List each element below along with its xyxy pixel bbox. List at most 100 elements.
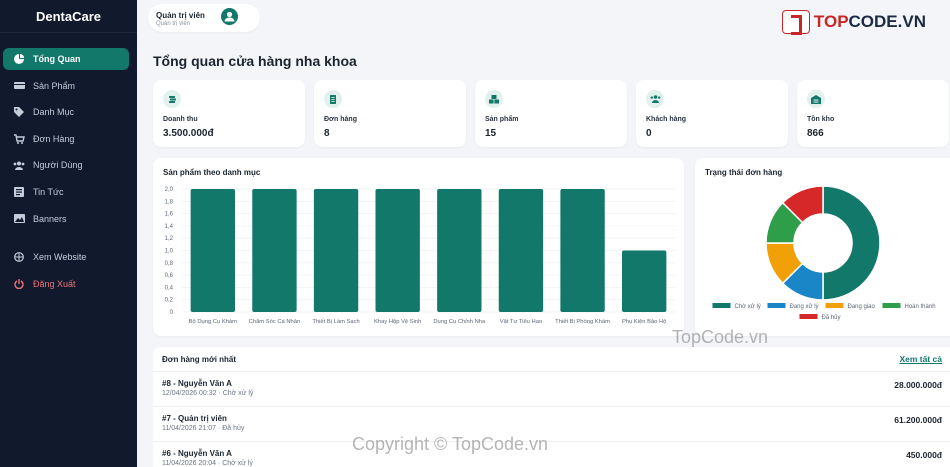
bar[interactable] [313, 189, 359, 312]
pie-chart-icon [13, 53, 25, 65]
money-icon [163, 90, 181, 108]
sidebar-item-orders[interactable]: Đơn Hàng [3, 128, 129, 150]
order-row[interactable]: #6 - Nguyễn Văn A 11/04/2026 20:04 · Chờ… [153, 442, 950, 467]
order-total: 450.000đ [906, 450, 942, 460]
stat-label: Doanh thu [163, 116, 198, 123]
y-tick-label: 1,0 [165, 249, 174, 255]
sidebar: DentaCare Tổng Quan Sản Phẩm Danh Mục Đơ… [0, 0, 137, 467]
legend-label: Đã hủy [822, 314, 841, 321]
legend-swatch [882, 303, 901, 308]
y-tick-label: 2,0 [165, 187, 174, 193]
stat-value: 3.500.000đ [163, 128, 214, 139]
bar[interactable] [560, 189, 605, 312]
user-role: Quản trị viên [156, 21, 191, 27]
x-tick-label: Dụng Cụ Chỉnh Nha [433, 318, 486, 325]
logo-text-part2: CODE.VN [848, 12, 926, 31]
logo-text-part1: TOP [813, 12, 849, 31]
users-icon [13, 159, 25, 171]
y-tick-label: 1,4 [165, 224, 174, 230]
sidebar-item-categories[interactable]: Danh Mục [3, 101, 129, 123]
sidebar-item-label: Danh Mục [33, 107, 75, 118]
donut-slice[interactable] [822, 185, 881, 301]
bar[interactable] [622, 250, 667, 313]
stat-label: Đơn hàng [324, 116, 357, 123]
sidebar-item-products[interactable]: Sản Phẩm [3, 75, 129, 97]
stat-value: 0 [646, 128, 652, 139]
sidebar-item-label: Sản Phẩm [33, 80, 76, 91]
stat-value: 8 [324, 128, 330, 139]
sidebar-item-view-website[interactable]: Xem Website [3, 246, 129, 268]
receipt-icon [324, 90, 342, 108]
legend-swatch [825, 303, 844, 308]
stat-card-revenue: Doanh thu 3.500.000đ [153, 80, 305, 147]
stat-value: 15 [485, 128, 497, 139]
y-tick-label: 0 [170, 310, 174, 316]
latest-orders: Đơn hàng mới nhất Xem tất cả #8 - Nguyễn… [153, 347, 950, 467]
x-tick-label: Phụ Kiện Bảo Hộ [622, 319, 666, 325]
bar[interactable] [437, 189, 482, 312]
boxes-icon [485, 90, 503, 108]
bar-chart-card: Sản phẩm theo danh mục 0 0,2 0,4 0,6 0,8 1,0 1… [153, 158, 684, 336]
order-name: #7 - Quản trị viên [162, 414, 227, 423]
y-tick-label: 1,8 [165, 199, 174, 205]
stat-label: Sản phẩm [485, 116, 519, 123]
avatar[interactable] [221, 8, 238, 25]
power-icon [13, 278, 25, 290]
x-tick-label: Thiết Bị Làm Sạch [312, 319, 359, 325]
legend-label: Đang giao [848, 304, 876, 310]
y-tick-label: 0,4 [165, 285, 174, 291]
brand-logo[interactable]: DentaCare [0, 0, 137, 33]
legend-swatch [767, 303, 786, 308]
donut-chart: Chờ xử lý Đang xử lý Đang giao Hoàn thành Đã… [712, 185, 936, 321]
globe-icon [13, 251, 25, 263]
legend-swatch [799, 314, 818, 319]
x-tick-label: Vật Tư Tiêu Hao [500, 319, 542, 325]
stat-label: Tồn kho [807, 116, 835, 123]
warehouse-icon [807, 90, 825, 108]
order-meta: 11/04/2026 20:04 · Chờ xử lý [162, 460, 253, 467]
bar[interactable] [375, 189, 420, 312]
user-menu[interactable]: Quản trị viên Quản trị viên [148, 4, 260, 32]
y-tick-label: 1,6 [165, 212, 174, 218]
view-all-orders-link[interactable]: Xem tất cả [899, 354, 942, 364]
logo-mark-icon [781, 10, 810, 35]
order-total: 61.200.000đ [894, 415, 942, 425]
stat-card-orders: Đơn hàng 8 [314, 80, 466, 147]
sidebar-item-news[interactable]: Tin Tức [3, 181, 129, 203]
donut-chart-card: Trạng thái đơn hàng Chờ xử lý Đang xử lý Đ… [695, 158, 950, 336]
newspaper-icon [13, 186, 25, 198]
order-row[interactable]: #8 - Nguyễn Văn A 12/04/2026 00:32 · Chờ… [153, 372, 950, 407]
sidebar-item-banners[interactable]: Banners [3, 208, 129, 230]
sidebar-item-label: Tổng Quan [33, 54, 81, 64]
bar-chart: 0 0,2 0,4 0,6 0,8 1,0 1,2 1,4 1,6 1,8 2,0 Bộ Dụng C… [165, 187, 675, 325]
user-name: Quản trị viên [156, 11, 205, 20]
sidebar-item-label: Đăng Xuất [33, 278, 76, 289]
bar[interactable] [498, 189, 544, 312]
legend-label: Hoàn thành [905, 304, 936, 310]
sidebar-item-users[interactable]: Người Dùng [3, 154, 129, 176]
y-tick-label: 0,6 [165, 273, 174, 279]
legend-label: Đang xử lý [790, 303, 819, 310]
topbar: Quản trị viên Quản trị viên TOPCODE.VN [137, 0, 950, 38]
sidebar-item-logout[interactable]: Đăng Xuất [3, 273, 129, 295]
legend-label: Chờ xử lý [735, 303, 761, 310]
x-tick-label: Chăm Sóc Cá Nhân [249, 319, 301, 325]
order-name: #6 - Nguyễn Văn A [162, 449, 232, 458]
x-tick-label: Bộ Dụng Cụ Khám [189, 319, 238, 325]
page-title: Tổng quan cửa hàng nha khoa [153, 53, 357, 69]
legend-swatch [712, 303, 731, 308]
x-tick-label: Thiết Bị Phòng Khám [555, 319, 610, 325]
bar[interactable] [190, 189, 235, 312]
y-tick-label: 0,8 [165, 261, 174, 267]
orders-header: Đơn hàng mới nhất Xem tất cả [153, 347, 950, 372]
box-icon [13, 80, 25, 92]
bar[interactable] [252, 189, 297, 312]
y-tick-label: 0,2 [165, 298, 174, 304]
order-meta: 11/04/2026 21:07 · Đã hủy [162, 425, 245, 432]
order-row[interactable]: #7 - Quản trị viên 11/04/2026 21:07 · Đã… [153, 407, 950, 442]
x-tick-label: Khay Hộp Vệ Sinh [374, 319, 421, 325]
images-icon [13, 213, 25, 225]
stat-card-customers: Khách hàng 0 [636, 80, 788, 147]
sidebar-item-label: Xem Website [33, 252, 87, 263]
sidebar-item-overview[interactable]: Tổng Quan [3, 48, 129, 70]
